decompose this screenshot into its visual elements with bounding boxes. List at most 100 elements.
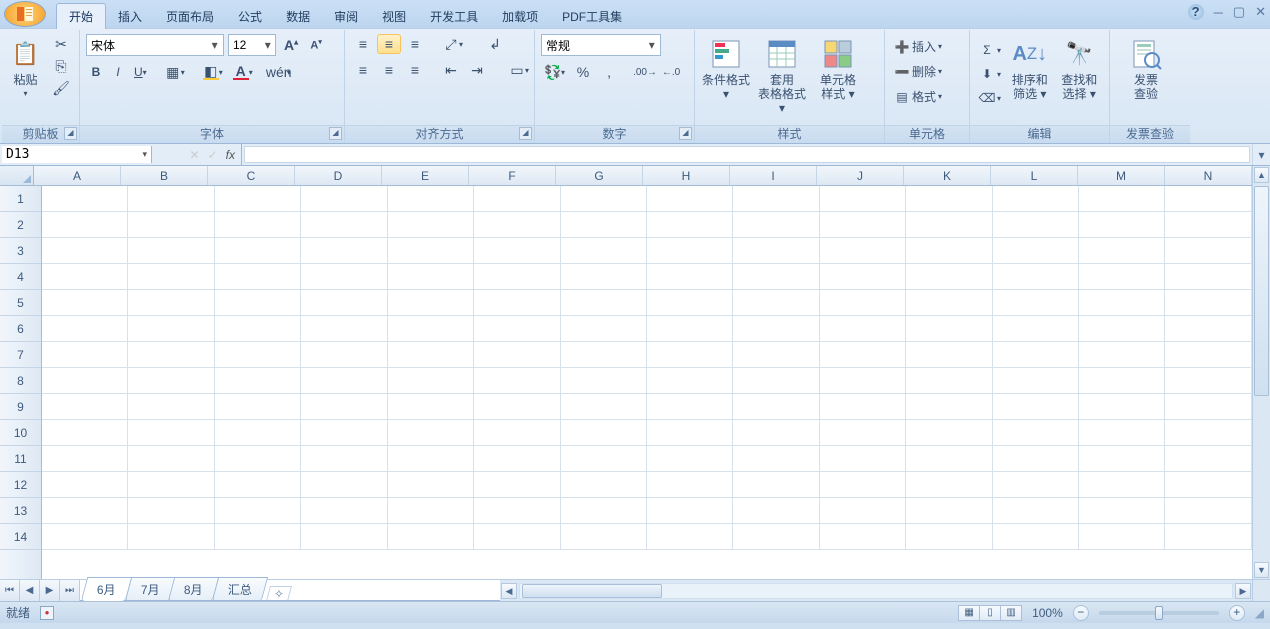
page-break-view-icon[interactable]: ▥ [1000, 605, 1022, 621]
cell[interactable] [128, 290, 214, 315]
row-header[interactable]: 10 [0, 420, 41, 446]
close-icon[interactable]: ✕ [1255, 4, 1266, 20]
percent-button[interactable]: % [571, 62, 595, 82]
cell[interactable] [301, 524, 387, 549]
invoice-check-button[interactable]: 发票查验 [1116, 34, 1176, 104]
cell[interactable] [906, 446, 992, 471]
cell[interactable] [388, 368, 474, 393]
cell[interactable] [1079, 264, 1165, 289]
row-header[interactable]: 14 [0, 524, 41, 550]
cell[interactable] [733, 446, 819, 471]
scroll-right-icon[interactable]: ▶ [1235, 583, 1251, 599]
tab-页面布局[interactable]: 页面布局 [154, 4, 226, 29]
cell[interactable] [301, 446, 387, 471]
cell[interactable] [1079, 290, 1165, 315]
tab-加载项[interactable]: 加载项 [490, 4, 550, 29]
col-header[interactable]: J [817, 166, 904, 185]
cell[interactable] [1165, 316, 1251, 341]
cell[interactable] [733, 290, 819, 315]
cell[interactable] [1165, 368, 1251, 393]
cell[interactable] [388, 420, 474, 445]
cell[interactable] [1165, 498, 1251, 523]
col-header[interactable]: E [382, 166, 469, 185]
sort-filter-button[interactable]: AZ↓ 排序和筛选 ▾ [1006, 34, 1053, 104]
cell[interactable] [215, 264, 301, 289]
cell[interactable] [647, 264, 733, 289]
cell[interactable] [1165, 186, 1251, 211]
cell[interactable] [42, 212, 128, 237]
font-size-input[interactable] [233, 38, 263, 52]
office-button[interactable] [4, 1, 46, 27]
col-header[interactable]: K [904, 166, 991, 185]
cell[interactable] [215, 316, 301, 341]
format-cells-button[interactable]: ▤格式 ▾ [891, 86, 945, 107]
cell[interactable] [820, 368, 906, 393]
row-header[interactable]: 3 [0, 238, 41, 264]
cell[interactable] [561, 394, 647, 419]
cell[interactable] [647, 472, 733, 497]
next-sheet-icon[interactable]: ▶ [40, 580, 60, 601]
font-name-combo[interactable]: ▾ [86, 34, 224, 56]
cell[interactable] [474, 342, 560, 367]
cell[interactable] [561, 316, 647, 341]
cell[interactable] [561, 420, 647, 445]
vertical-scrollbar[interactable]: ▲ ▼ [1252, 166, 1270, 579]
tab-视图[interactable]: 视图 [370, 4, 418, 29]
cell[interactable] [1165, 420, 1251, 445]
cell[interactable] [1079, 186, 1165, 211]
cell[interactable] [388, 394, 474, 419]
cell[interactable] [647, 290, 733, 315]
cell[interactable] [1165, 394, 1251, 419]
cell[interactable] [42, 394, 128, 419]
cell[interactable] [474, 212, 560, 237]
cell[interactable] [906, 212, 992, 237]
cell[interactable] [388, 498, 474, 523]
row-header[interactable]: 8 [0, 368, 41, 394]
cell[interactable] [1165, 446, 1251, 471]
cell[interactable] [1165, 212, 1251, 237]
cell[interactable] [561, 264, 647, 289]
cell[interactable] [388, 238, 474, 263]
decrease-indent-button[interactable]: ⇤ [439, 60, 463, 80]
cell[interactable] [42, 186, 128, 211]
cell[interactable] [301, 238, 387, 263]
cell[interactable] [301, 316, 387, 341]
cell[interactable] [647, 186, 733, 211]
cell[interactable] [388, 264, 474, 289]
cell[interactable] [215, 186, 301, 211]
col-header[interactable]: M [1078, 166, 1165, 185]
chevron-down-icon[interactable]: ▾ [263, 38, 273, 52]
cell[interactable] [474, 290, 560, 315]
zoom-out-button[interactable]: − [1073, 605, 1089, 621]
tab-PDF工具集[interactable]: PDF工具集 [550, 4, 634, 29]
prev-sheet-icon[interactable]: ◀ [20, 580, 40, 601]
cell[interactable] [1165, 290, 1251, 315]
cell[interactable] [820, 264, 906, 289]
cell[interactable] [1165, 238, 1251, 263]
new-sheet-icon[interactable]: ✧ [266, 586, 292, 601]
restore-icon[interactable]: ▢ [1233, 4, 1245, 20]
sheet-tab[interactable]: 6月 [81, 577, 132, 601]
zoom-in-button[interactable]: + [1229, 605, 1245, 621]
comma-button[interactable]: , [597, 62, 621, 82]
cell[interactable] [906, 368, 992, 393]
merge-cells-button[interactable]: ▭▾ [505, 60, 533, 80]
cell[interactable] [42, 472, 128, 497]
cell[interactable] [820, 498, 906, 523]
cell[interactable] [128, 264, 214, 289]
cell[interactable] [42, 498, 128, 523]
cell[interactable] [820, 186, 906, 211]
dialog-launcher-icon[interactable]: ◢ [329, 127, 342, 140]
autosum-button[interactable]: Σ▾ [976, 40, 1004, 60]
tab-数据[interactable]: 数据 [274, 4, 322, 29]
cells[interactable] [42, 186, 1252, 579]
increase-decimal-button[interactable]: .00→ [633, 62, 657, 82]
cell[interactable] [993, 446, 1079, 471]
cell[interactable] [647, 446, 733, 471]
underline-button[interactable]: U▾ [130, 62, 151, 82]
cell[interactable] [42, 316, 128, 341]
accounting-format-button[interactable]: 💱▾ [541, 62, 569, 82]
cell[interactable] [647, 212, 733, 237]
cell[interactable] [993, 316, 1079, 341]
cell[interactable] [647, 420, 733, 445]
